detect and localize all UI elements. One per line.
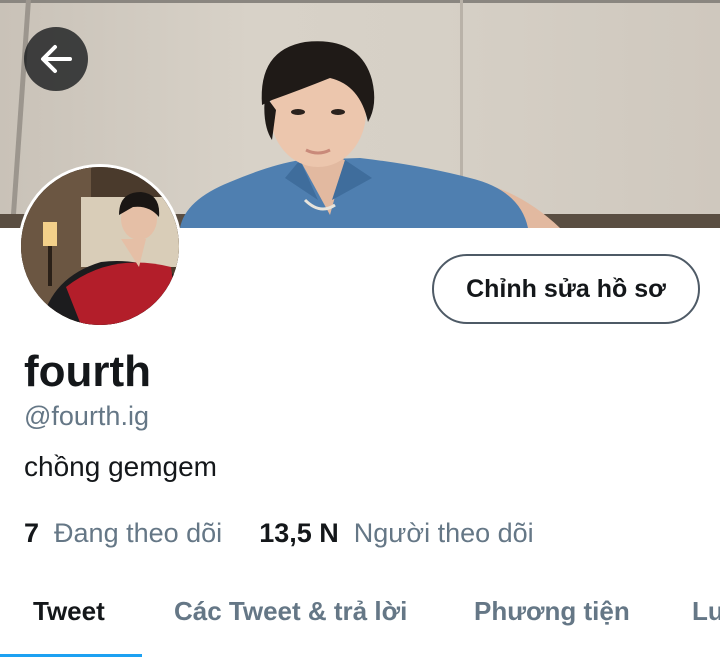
followers-label: Người theo dõi bbox=[353, 518, 534, 548]
avatar-photo bbox=[21, 167, 179, 325]
profile-tabs: Tweet Các Tweet & trả lời Phương tiện Lư… bbox=[0, 576, 720, 657]
following-label: Đang theo dõi bbox=[54, 518, 223, 548]
following-count: 7 bbox=[24, 518, 40, 548]
avatar[interactable] bbox=[18, 164, 182, 328]
display-name: fourth bbox=[24, 347, 152, 396]
profile-bio: chồng gemgem bbox=[24, 451, 218, 482]
following-stat[interactable]: 7 Đang theo dõi bbox=[24, 516, 222, 550]
arrow-left-icon bbox=[41, 45, 72, 73]
followers-count: 13,5 N bbox=[259, 518, 339, 548]
edit-profile-button[interactable]: Chỉnh sửa hồ sơ bbox=[432, 254, 700, 324]
followers-stat[interactable]: 13,5 N Người theo dõi bbox=[259, 516, 533, 550]
tab-media[interactable]: Phương tiện bbox=[474, 596, 630, 627]
back-button[interactable] bbox=[24, 27, 88, 91]
tab-likes[interactable]: Lượt thích bbox=[692, 596, 720, 627]
profile-stats: 7 Đang theo dõi 13,5 N Người theo dõi bbox=[24, 516, 534, 550]
user-handle: @fourth.ig bbox=[24, 401, 149, 431]
tab-tweets[interactable]: Tweet bbox=[33, 596, 105, 627]
tab-tweets-and-replies[interactable]: Các Tweet & trả lời bbox=[174, 596, 407, 627]
